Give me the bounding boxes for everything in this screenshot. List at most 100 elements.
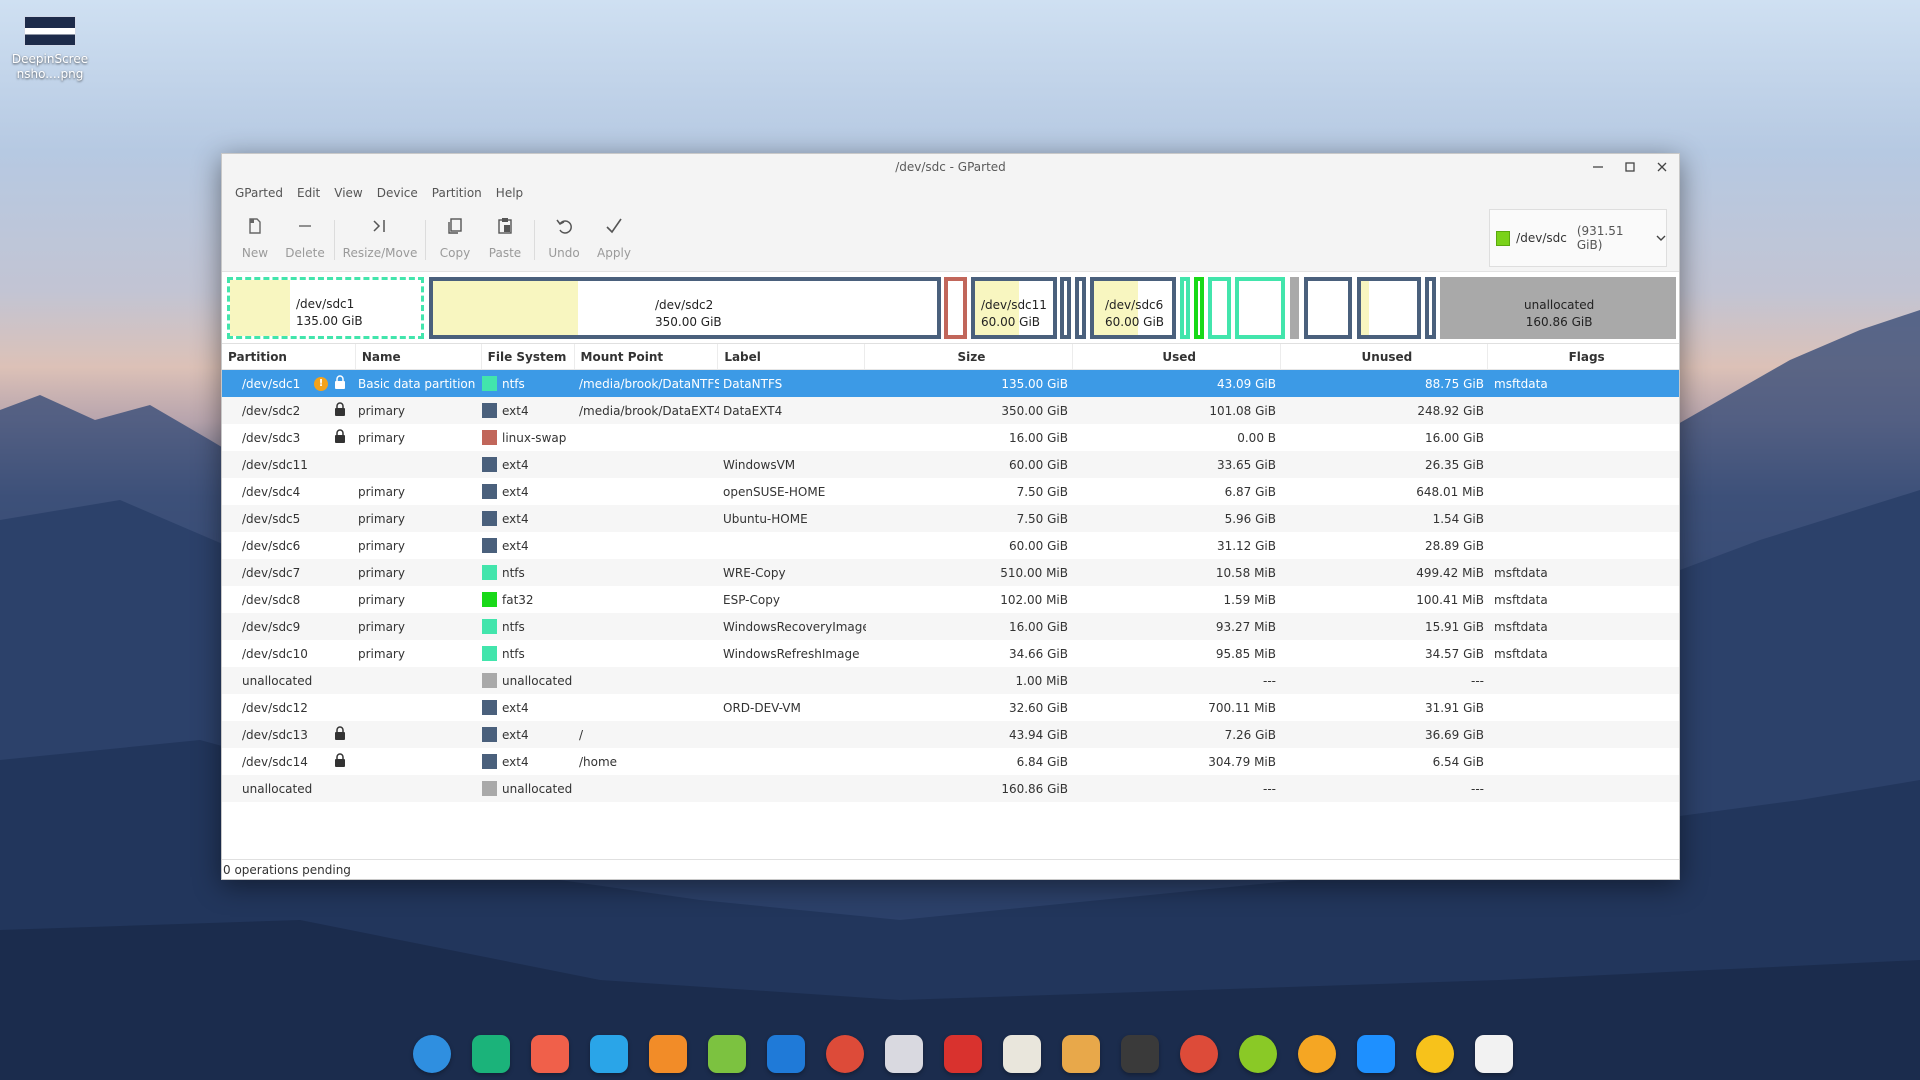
chromium-icon [1180, 1035, 1218, 1073]
dock-item-chrome[interactable] [821, 1030, 869, 1078]
dock-item-image-viewer[interactable] [1057, 1030, 1105, 1078]
table-row[interactable]: /dev/sdc11 ext4 WindowsVM 60.00 GiB 33.65 Gi… [222, 451, 1679, 478]
table-row[interactable]: /dev/sdc2 primary ext4/media/brook/DataEXT… [222, 397, 1679, 424]
fs-color-swatch [482, 430, 497, 445]
label-cell: Ubuntu-HOME [723, 511, 808, 526]
diskmap-unallocated[interactable]: unallocated 160.86 GiB [1440, 277, 1676, 339]
unused-cell: 36.69 GiB [1424, 727, 1484, 742]
dock-item-chromium[interactable] [1175, 1030, 1223, 1078]
apply-icon [606, 218, 622, 234]
menu-device[interactable]: Device [370, 186, 425, 200]
diskmap-sdc6[interactable]: /dev/sdc6 60.00 GiB [1090, 277, 1176, 339]
dock-item-file-manager[interactable] [467, 1030, 515, 1078]
dock-item-movie[interactable] [762, 1030, 810, 1078]
name-cell: primary [358, 646, 405, 661]
col-used[interactable]: Used [1073, 344, 1281, 369]
col-flags[interactable]: Flags [1488, 344, 1679, 369]
close-button[interactable] [1653, 158, 1671, 176]
table-row[interactable]: /dev/sdc8 primary fat32 ESP-Copy 102.00 MiB 1… [222, 586, 1679, 613]
fs-color-swatch [482, 403, 497, 418]
minimize-button[interactable] [1589, 158, 1607, 176]
table-row[interactable]: /dev/sdc6 primary ext4 60.00 GiB 31.12 GiB 28… [222, 532, 1679, 559]
undo-button[interactable]: Undo [539, 212, 589, 271]
dock-item-disk[interactable] [1293, 1030, 1341, 1078]
diskmap-sdc13[interactable] [1357, 277, 1421, 339]
device-selector[interactable]: /dev/sdc (931.51 GiB) [1489, 209, 1667, 267]
table-row[interactable]: /dev/sdc9 primary ntfs WindowsRecoveryImage… [222, 613, 1679, 640]
diskmap-sdc10[interactable] [1235, 277, 1285, 339]
dock-item-power[interactable] [1234, 1030, 1282, 1078]
fs-cell: unallocated [482, 673, 575, 688]
col-mount[interactable]: Mount Point [575, 344, 719, 369]
label-cell: DataEXT4 [723, 403, 783, 418]
menu-edit[interactable]: Edit [290, 186, 327, 200]
diskmap-sdc1[interactable]: /dev/sdc1 135.00 GiB [227, 277, 424, 339]
fs-color-swatch [482, 619, 497, 634]
dock-item-settings[interactable] [880, 1030, 928, 1078]
mount-cell: /home [579, 754, 618, 769]
resize-move-icon [373, 220, 385, 232]
diskmap-sdc7[interactable] [1180, 277, 1190, 339]
table-row[interactable]: /dev/sdc12 ext4 ORD-DEV-VM 32.60 GiB 700.11 … [222, 694, 1679, 721]
new-button[interactable]: New [230, 212, 280, 271]
dock-item-launcher[interactable] [408, 1030, 456, 1078]
table-row[interactable]: /dev/sdc5 primary ext4 Ubuntu-HOME 7.50 GiB 5… [222, 505, 1679, 532]
dock-item-app-store[interactable] [644, 1030, 692, 1078]
diskmap-sdc5[interactable] [1075, 277, 1086, 339]
table-row[interactable]: /dev/sdc13 ext4 / 43.94 GiB 7.26 GiB 36.69 Gi… [222, 721, 1679, 748]
diskmap-sdc8[interactable] [1194, 277, 1204, 339]
table-row[interactable]: /dev/sdc3 primary linux-swap 16.00 GiB 0.00 … [222, 424, 1679, 451]
col-partition[interactable]: Partition [222, 344, 356, 369]
col-unused[interactable]: Unused [1281, 344, 1489, 369]
dock-item-terminal[interactable] [939, 1030, 987, 1078]
dock-item-system-monitor[interactable] [1116, 1030, 1164, 1078]
diskmap-sdc11[interactable]: /dev/sdc11 60.00 GiB [971, 277, 1057, 339]
diskmap-sdc9[interactable] [1208, 277, 1231, 339]
table-row[interactable]: /dev/sdc7 primary ntfs WRE-Copy 510.00 MiB 10… [222, 559, 1679, 586]
disk-map: /dev/sdc1 135.00 GiB /dev/sdc2 350.00 Gi… [222, 272, 1679, 344]
col-label[interactable]: Label [718, 344, 866, 369]
menu-view[interactable]: View [327, 186, 369, 200]
menu-gparted[interactable]: GParted [228, 186, 290, 200]
file-manager-icon [472, 1035, 510, 1073]
delete-button[interactable]: Delete [280, 212, 330, 271]
menu-help[interactable]: Help [489, 186, 530, 200]
resize-move-button[interactable]: Resize/Move [339, 212, 421, 271]
diskmap-sdc3[interactable] [944, 277, 967, 339]
dock-item-text-editor[interactable] [998, 1030, 1046, 1078]
dock-item-deepin-store[interactable] [585, 1030, 633, 1078]
table-row[interactable]: unallocated unallocated 1.00 MiB --- --- [222, 667, 1679, 694]
table-row[interactable]: /dev/sdc4 primary ext4 openSUSE-HOME 7.50 Gi… [222, 478, 1679, 505]
dock-item-clock[interactable] [1411, 1030, 1459, 1078]
undo-label: Undo [548, 246, 580, 260]
dock-item-music[interactable] [703, 1030, 751, 1078]
fs-color-swatch [482, 754, 497, 769]
dock-item-network[interactable] [1352, 1030, 1400, 1078]
menu-partition[interactable]: Partition [425, 186, 489, 200]
diskmap-sdc2[interactable]: /dev/sdc2 350.00 GiB [429, 277, 941, 339]
copy-button[interactable]: Copy [430, 212, 480, 271]
diskmap-sdc12[interactable] [1304, 277, 1352, 339]
dock-item-trash[interactable] [1470, 1030, 1518, 1078]
table-row[interactable]: unallocated unallocated 160.86 GiB --- --- [222, 775, 1679, 802]
size-cell: 6.84 GiB [1016, 754, 1068, 769]
size-cell: 32.60 GiB [1008, 700, 1068, 715]
apply-button[interactable]: Apply [589, 212, 639, 271]
table-row[interactable]: /dev/sdc10 primary ntfs WindowsRefreshImage… [222, 640, 1679, 667]
maximize-icon [1625, 162, 1635, 172]
diskmap-sdc4[interactable] [1060, 277, 1071, 339]
title-bar[interactable]: /dev/sdc - GParted [222, 154, 1679, 180]
dock-item-screen-recorder[interactable] [526, 1030, 574, 1078]
col-fs[interactable]: File System [482, 344, 575, 369]
col-size[interactable]: Size [865, 344, 1073, 369]
paste-button[interactable]: Paste [480, 212, 530, 271]
table-row[interactable]: /dev/sdc14 ext4/home 6.84 GiB 304.79 MiB 6.5… [222, 748, 1679, 775]
maximize-button[interactable] [1621, 158, 1639, 176]
diskmap-sdc14[interactable] [1425, 277, 1436, 339]
table-row[interactable]: /dev/sdc1! Basic data partition ntfs/media… [222, 370, 1679, 397]
fs-color-swatch [482, 565, 497, 580]
diskmap-unallocated-small[interactable] [1290, 277, 1299, 339]
desktop-file-icon[interactable]: DeepinScree nsho....png [10, 16, 90, 82]
col-name[interactable]: Name [356, 344, 482, 369]
fs-cell: fat32 [482, 592, 575, 607]
